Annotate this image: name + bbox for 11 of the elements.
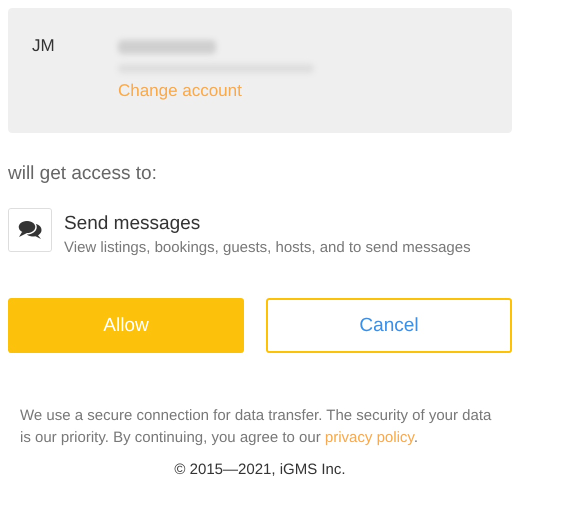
chat-icon xyxy=(8,208,52,252)
access-heading: will get access to: xyxy=(8,163,158,185)
change-account-link[interactable]: Change account xyxy=(118,81,314,101)
permission-description: View listings, bookings, guests, hosts, and to send messages xyxy=(64,239,471,256)
allow-button[interactable]: Allow xyxy=(8,298,244,353)
account-initials: JM xyxy=(32,36,56,56)
copyright: © 2015—2021, iGMS Inc. xyxy=(173,461,347,478)
permission-title: Send messages xyxy=(64,213,202,235)
privacy-policy-link[interactable]: privacy policy xyxy=(324,429,414,446)
security-notice: We use a secure connection for data transfer. The security of your data is our priority. By continuing, you agree to our privacy policy. xyxy=(20,406,492,448)
cancel-button[interactable]: Cancel xyxy=(266,298,512,353)
